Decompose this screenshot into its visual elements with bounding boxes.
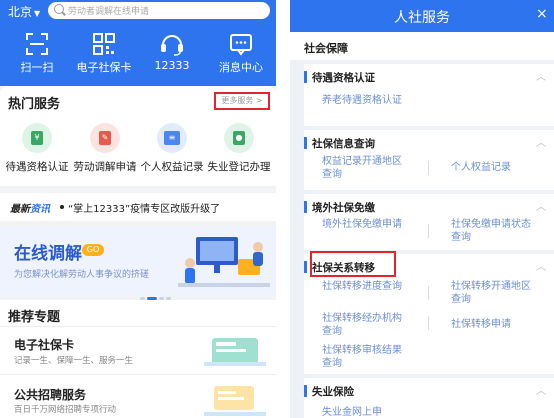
group-marker [304,137,307,149]
service-link[interactable]: 养老待遇资格认证 [322,94,406,107]
recommended-topics-card: 推荐专题 电子社保卡 记录一生、保障一生、服务一生 公共招聘服务 百日千万网络招… [0,300,276,418]
quick-nav-label: 消息中心 [219,61,263,74]
topic-title[interactable]: 公共招聘服务 [14,386,86,403]
service-certification[interactable]: ¥ 待遇资格认证 [2,123,72,174]
service-link[interactable]: 社保转移开通地区查询 [451,280,535,306]
service-group: 失业保险 ︿ 失业金网上申 [304,378,554,418]
group-title[interactable]: 社保信息查询 [312,136,375,151]
news-tag-a: 最新 [10,204,30,215]
service-label: 待遇资格认证 [5,161,69,173]
chevron-up-icon[interactable]: ︿ [536,382,546,397]
topic-title[interactable]: 电子社保卡 [14,336,74,353]
service-mediation[interactable]: ✎ 劳动调解申请 [70,123,140,174]
service-link[interactable]: 社保转移进度查询 [322,280,406,293]
mediation-illustration [178,237,270,287]
group-marker [304,385,307,397]
divider [428,224,429,238]
hot-services-card: 热门服务 更多服务 > ¥ 待遇资格认证 ✎ 劳动调解申请 ≡ 个人权益记录 ●… [0,86,276,186]
topic-subtitle: 百日千万网络招聘专项行动 [14,405,117,415]
city-label: 北京 [8,5,33,19]
service-records[interactable]: ≡ 个人权益记录 [137,123,207,174]
social-card-illustration [204,338,266,366]
qr-code-icon [74,32,134,56]
more-services-link[interactable]: 更多服务 > [214,92,270,110]
banner-go-badge: GO [82,244,104,256]
service-group: 境外社保免缴 ︿ 境外社保免缴申请 社保免缴申请状态查询 [304,194,554,250]
service-unemployment[interactable]: ● 失业登记办理 [204,123,274,174]
mediation-icon: ✎ [90,123,120,153]
service-label: 个人权益记录 [140,161,204,173]
banner-subtitle: 为您解决化解劳动人事争议的挤磋 [14,270,150,280]
message-icon [211,32,271,56]
service-group: 待遇资格认证 ︿ 养老待遇资格认证 [304,64,554,126]
unemployment-icon: ● [224,123,254,153]
recruitment-illustration [204,386,266,416]
quick-nav-scan[interactable]: 扫一扫 [7,32,67,75]
chevron-up-icon[interactable]: ︿ [536,134,546,149]
group-title[interactable]: 待遇资格认证 [312,70,375,85]
chevron-up-icon[interactable]: ︿ [536,198,546,213]
section-title: 社会保障 [304,42,348,55]
quick-nav-label: 12333 [154,59,190,72]
group-marker [304,71,307,83]
scan-icon [7,32,67,56]
highlight-box [310,251,396,277]
quick-nav-label: 电子社保卡 [76,61,132,74]
service-label: 劳动调解申请 [73,161,137,173]
right-header: 人社服务 × [290,0,554,32]
quick-nav-12333[interactable]: 12333 [142,32,202,72]
service-link[interactable]: 权益记录开通地区查询 [322,155,406,181]
chevron-up-icon[interactable]: ︿ [536,258,546,273]
section-header: 社会保障 [290,32,554,60]
city-selector[interactable]: 北京 ▼ [8,3,40,20]
chevron-up-icon[interactable]: ︿ [536,68,546,83]
search-icon [54,4,64,14]
service-link[interactable]: 社保免缴申请状态查询 [451,218,535,244]
divider [428,161,429,175]
online-mediation-banner[interactable]: 在线调解 GO 为您解决化解劳动人事争议的挤磋 [0,227,276,300]
news-text: “掌上12333”疫情专区改版升级了 [68,204,221,215]
service-link[interactable]: 社保转移经办机构查询 [322,312,406,338]
service-label: 失业登记办理 [207,161,271,173]
headset-icon [142,32,202,56]
certification-icon: ¥ [22,123,52,153]
search-placeholder: 劳动者调解在线申请 [68,7,150,17]
service-link[interactable]: 社保转移审核结果查询 [322,344,406,370]
left-header: 北京 ▼ 劳动者调解在线申请 扫一扫 电子社保卡 12333 消息中心 [0,0,276,86]
quick-nav-messages[interactable]: 消息中心 [211,32,271,75]
page-title: 人社服务 [394,10,450,26]
search-input[interactable]: 劳动者调解在线申请 [48,2,270,19]
news-ticker[interactable]: 最新资讯 “掌上12333”疫情专区改版升级了 [0,193,276,221]
service-link[interactable]: 失业金网上申 [322,406,422,418]
quick-nav-label: 扫一扫 [20,61,54,74]
divider [0,374,276,375]
topic-subtitle: 记录一生、保障一生、服务一生 [14,356,134,366]
service-group: 社保信息查询 ︿ 权益记录开通地区查询 个人权益记录 [304,130,554,190]
service-link[interactable]: 境外社保免缴申请 [322,218,406,231]
group-marker [304,201,307,213]
recommended-title: 推荐专题 [8,310,61,325]
quick-nav-ecard[interactable]: 电子社保卡 [74,32,134,75]
service-link[interactable]: 个人权益记录 [451,161,551,174]
divider [428,316,429,330]
service-link[interactable]: 社保转移申请 [451,318,541,331]
divider [428,286,429,300]
group-title[interactable]: 失业保险 [312,384,354,399]
divider [0,326,276,327]
caret-down-icon: ▼ [34,9,41,18]
right-phone-screen: 人社服务 × 社会保障 待遇资格认证 ︿ 养老待遇资格认证 社保信息查询 ︿ 权… [290,0,554,418]
left-phone-screen: 北京 ▼ 劳动者调解在线申请 扫一扫 电子社保卡 12333 消息中心 热门服务… [0,0,276,418]
close-icon[interactable]: × [536,6,548,22]
news-tag: 最新资讯 [10,200,50,215]
banner-title: 在线调解 [14,244,82,264]
bullet-icon [60,205,64,209]
group-title[interactable]: 境外社保免缴 [312,200,375,215]
group-marker [304,261,307,273]
hot-services-title: 热门服务 [8,97,61,112]
record-icon: ≡ [157,123,187,153]
news-tag-b: 资讯 [30,204,50,215]
